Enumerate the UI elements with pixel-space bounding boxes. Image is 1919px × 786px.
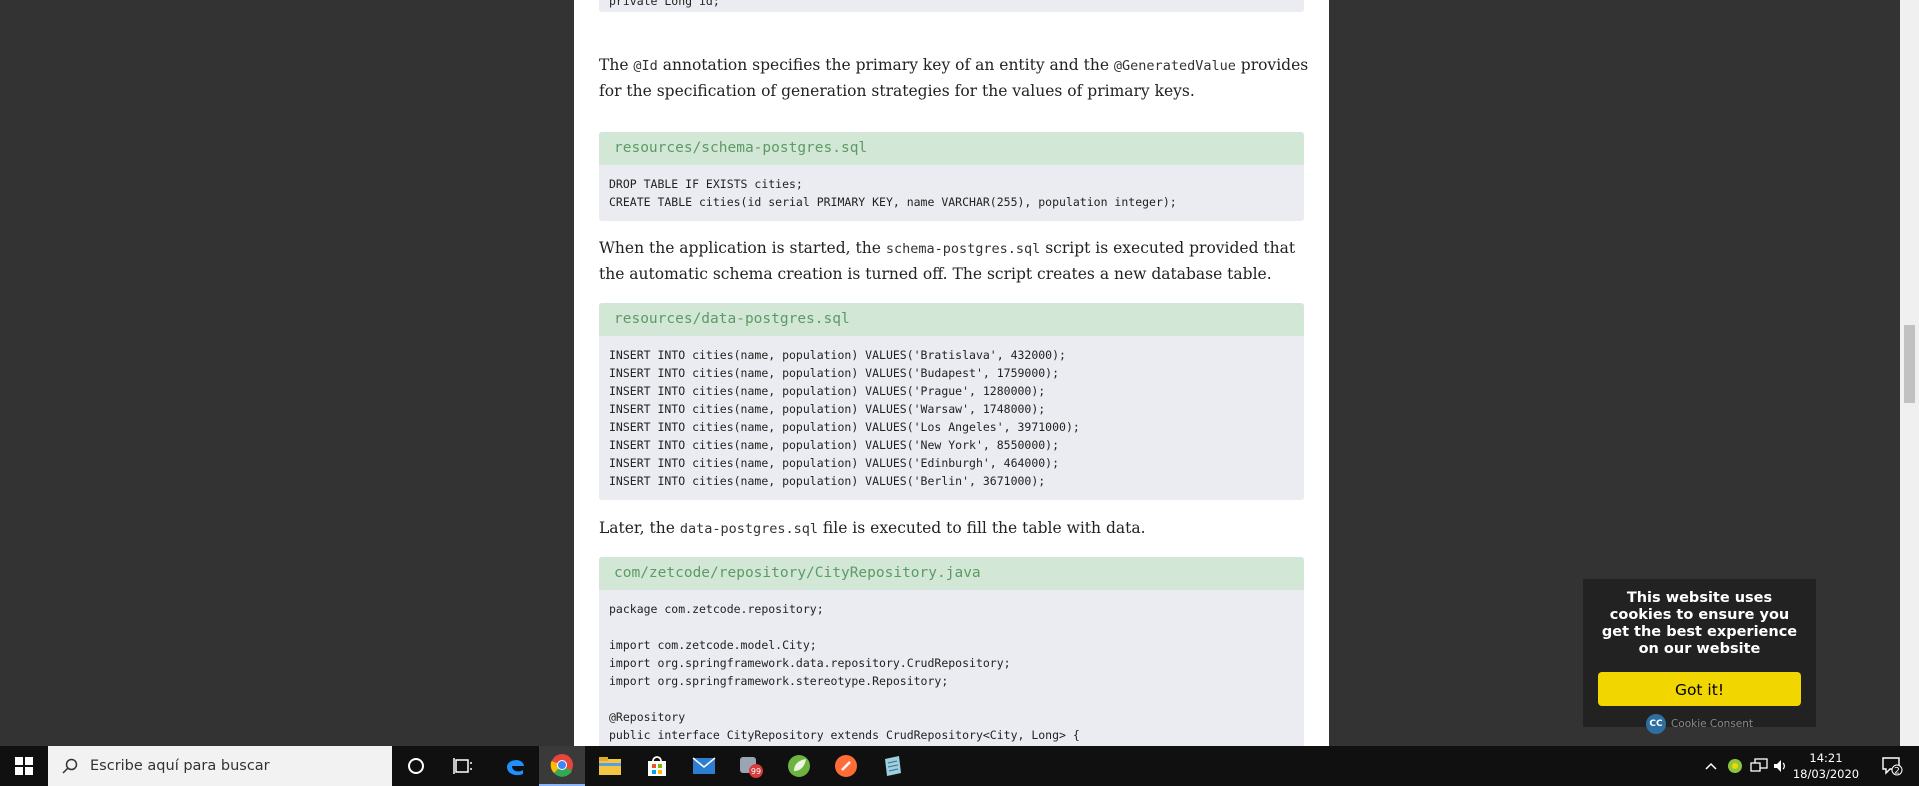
code-line: import com.zetcode.model.City; <box>609 638 817 652</box>
paragraph-data-executed: Later, the data-postgres.sql file is exe… <box>599 519 1146 537</box>
code-line: import org.springframework.data.reposito… <box>609 656 1011 670</box>
code-line: INSERT INTO cities(name, population) VAL… <box>609 474 1046 488</box>
code-block-schema: resources/schema-postgres.sql DROP TABLE… <box>599 132 1304 221</box>
postman-icon <box>835 755 857 777</box>
tray-green-icon <box>1728 759 1742 773</box>
taskbar-mail[interactable] <box>681 746 727 786</box>
notification-count: 2 <box>1894 767 1900 777</box>
notes-icon <box>885 756 901 776</box>
code-line: public interface CityRepository extends … <box>609 728 1080 742</box>
code-line: DROP TABLE IF EXISTS cities; <box>609 177 803 191</box>
code-line: import org.springframework.stereotype.Re… <box>609 674 949 688</box>
app-badge-icon: 99 <box>740 757 763 778</box>
code-body: package com.zetcode.repository; import co… <box>599 590 1304 746</box>
speaker-icon <box>1774 760 1785 772</box>
taskbar-chrome[interactable] <box>539 746 585 786</box>
code-line: INSERT INTO cities(name, population) VAL… <box>609 438 1060 452</box>
search-icon <box>62 758 78 774</box>
code-block-repository: com/zetcode/repository/CityRepository.ja… <box>599 557 1304 746</box>
spring-icon <box>788 755 810 777</box>
code-block-fragment: private Long id; <box>599 0 1304 12</box>
cortana-circle-icon <box>408 758 424 774</box>
chevron-up-icon <box>1705 762 1717 770</box>
article-column: private Long id; The @Id annotation spec… <box>574 0 1329 746</box>
cookie-message: This website uses cookies to ensure you … <box>1601 590 1798 657</box>
code-line: INSERT INTO cities(name, population) VAL… <box>609 348 1066 362</box>
code-body: INSERT INTO cities(name, population) VAL… <box>599 336 1304 498</box>
taskbar-notes[interactable] <box>870 746 916 786</box>
taskbar-edge[interactable] <box>492 746 538 786</box>
task-view-icon <box>453 758 472 774</box>
search-placeholder: Escribe aquí para buscar <box>90 758 270 774</box>
taskbar-app-badge[interactable]: 99 <box>728 746 774 786</box>
volume-button[interactable] <box>1772 746 1790 786</box>
cookie-consent-label: Cookie Consent <box>1670 718 1754 730</box>
network-button[interactable] <box>1748 746 1770 786</box>
action-center-button[interactable]: 2 <box>1872 746 1912 786</box>
code-line: INSERT INTO cities(name, population) VAL… <box>609 384 1046 398</box>
code-line: CREATE TABLE cities(id serial PRIMARY KE… <box>609 195 1177 209</box>
file-explorer-icon <box>599 757 621 775</box>
edge-icon <box>507 760 524 776</box>
windows-logo-icon <box>14 757 33 775</box>
clock-time: 14:21 <box>1809 751 1843 765</box>
code-caption: resources/schema-postgres.sql <box>599 132 1304 165</box>
code-caption: com/zetcode/repository/CityRepository.ja… <box>599 557 1304 590</box>
network-icon <box>1750 758 1768 772</box>
taskbar-search-box[interactable]: Escribe aquí para buscar <box>48 746 392 786</box>
show-hidden-icons-button[interactable] <box>1700 746 1722 786</box>
inline-code: data-postgres.sql <box>679 521 818 537</box>
code-block-data: resources/data-postgres.sql INSERT INTO … <box>599 303 1304 500</box>
mail-icon <box>692 757 716 774</box>
code-body: DROP TABLE IF EXISTS cities; CREATE TABLE… <box>599 165 1304 219</box>
taskbar-clock[interactable]: 14:21 18/03/2020 <box>1790 746 1862 786</box>
taskbar-postman[interactable] <box>823 746 869 786</box>
chrome-icon <box>550 754 573 777</box>
cookie-banner: This website uses cookies to ensure you … <box>1583 579 1816 734</box>
start-button[interactable] <box>0 746 47 786</box>
page-scrollbar[interactable] <box>1900 0 1919 746</box>
windows-taskbar: Escribe aquí para buscar 99 14:21 18/03/… <box>0 746 1919 786</box>
code-line: @Repository <box>609 710 686 724</box>
store-icon <box>648 756 666 776</box>
code-line: INSERT INTO cities(name, population) VAL… <box>609 420 1080 434</box>
code-fragment-text: private Long id; <box>609 0 720 8</box>
taskbar-store[interactable] <box>634 746 680 786</box>
got-it-button[interactable]: Got it! <box>1598 672 1801 706</box>
cookie-consent-link[interactable]: CC Cookie Consent <box>1583 714 1816 734</box>
paragraph-schema-executed: When the application is started, the sch… <box>599 239 1296 283</box>
cortana-button[interactable] <box>396 746 436 786</box>
cookie-consent-logo-icon: CC <box>1645 714 1666 734</box>
scrollbar-thumb[interactable] <box>1904 325 1915 403</box>
inline-code: schema-postgres.sql <box>885 241 1041 257</box>
task-view-button[interactable] <box>443 746 483 786</box>
inline-code: @GeneratedValue <box>1113 58 1236 74</box>
notification-icon: 2 <box>1882 757 1903 777</box>
code-caption: resources/data-postgres.sql <box>599 303 1304 336</box>
code-line: INSERT INTO cities(name, population) VAL… <box>609 402 1046 416</box>
taskbar-file-explorer[interactable] <box>587 746 633 786</box>
taskbar-spring[interactable] <box>776 746 822 786</box>
badge-count: 99 <box>751 767 761 776</box>
code-line: package com.zetcode.repository; <box>609 602 824 616</box>
clock-date: 18/03/2020 <box>1792 767 1860 781</box>
paragraph-id-annotation: The @Id annotation specifies the primary… <box>599 56 1309 100</box>
tray-app-icon[interactable] <box>1724 746 1746 786</box>
inline-code: @Id <box>633 58 658 74</box>
code-line: INSERT INTO cities(name, population) VAL… <box>609 456 1060 470</box>
code-line: INSERT INTO cities(name, population) VAL… <box>609 366 1060 380</box>
